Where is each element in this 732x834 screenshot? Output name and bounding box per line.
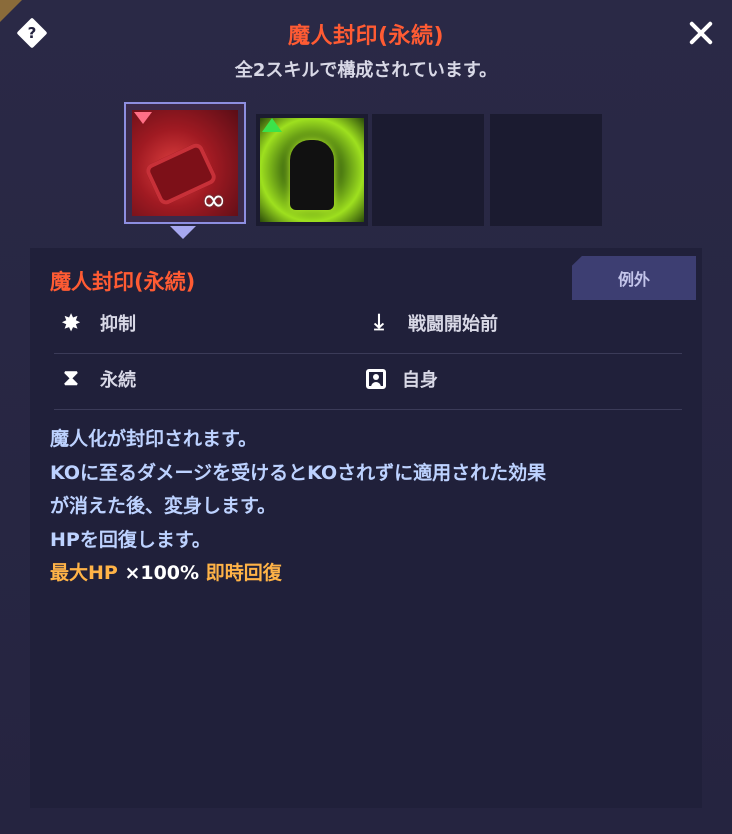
exception-badge: 例外 [572, 256, 696, 300]
modal-subtitle: 全2スキルで構成されています。 [234, 60, 498, 81]
skill-detail-title: 魔人封印(永続) [50, 270, 196, 294]
effect-multiplier: ×100% [117, 562, 206, 584]
attribute-target: 自身 [366, 366, 438, 392]
duration-label: 永続 [100, 370, 136, 391]
buff-arrow-icon [262, 118, 282, 132]
skill-description: 魔人化が封印されます。 KOに至るダメージを受けるとKOされずに適用された効果 … [50, 423, 692, 591]
infinity-icon: ∞ [201, 183, 227, 218]
attribute-duration: ⧗ 永続 [58, 366, 136, 392]
warrior-silhouette [290, 140, 334, 210]
skill-slot-3-empty [372, 114, 484, 226]
green-aura-warrior-icon [260, 118, 364, 222]
effect-type: 即時回復 [205, 562, 282, 584]
hourglass-icon: ⧗ [63, 366, 79, 391]
skill-slot-2[interactable] [256, 114, 368, 226]
description-line: が消えた後、変身します。 [50, 495, 277, 517]
suppress-icon: ✸ [60, 309, 82, 337]
timing-label: 戦闘開始前 [408, 314, 498, 335]
modal-title: 魔人封印(永続) [287, 24, 445, 49]
category-label: 抑制 [100, 314, 136, 335]
debuff-arrow-icon [134, 112, 152, 124]
self-target-icon [366, 369, 386, 389]
skill-detail-panel: 魔人封印(永続) 例外 ✸ 抑制 ⤓ 戦闘開始前 ⧗ 永続 自身 魔人化が封印さ… [30, 248, 702, 808]
target-label: 自身 [402, 370, 438, 391]
attribute-row-1: ✸ 抑制 ⤓ 戦闘開始前 [54, 298, 682, 354]
skill-detail-modal: ? 魔人封印(永続) 全2スキルで構成されています。 ∞ 魔人封印(永続) 例外… [0, 0, 732, 834]
attribute-row-2: ⧗ 永続 自身 [54, 354, 682, 410]
skill-slot-1[interactable]: ∞ [124, 102, 246, 224]
description-line: HPを回復します。 [50, 528, 211, 551]
skill-slot-4-empty [490, 114, 602, 226]
attribute-category: ✸ 抑制 [58, 310, 136, 336]
effect-stat: 最大HP [50, 562, 118, 584]
download-icon: ⤓ [374, 310, 384, 335]
attribute-timing: ⤓ 戦闘開始前 [366, 310, 498, 336]
description-line: KOに至るダメージを受けるとKOされずに適用された効果 [50, 461, 547, 484]
selection-pointer-icon [170, 226, 196, 239]
effect-line: 最大HP ×100% 即時回復 [50, 557, 692, 591]
description-line: 魔人化が封印されます。 [50, 428, 258, 450]
